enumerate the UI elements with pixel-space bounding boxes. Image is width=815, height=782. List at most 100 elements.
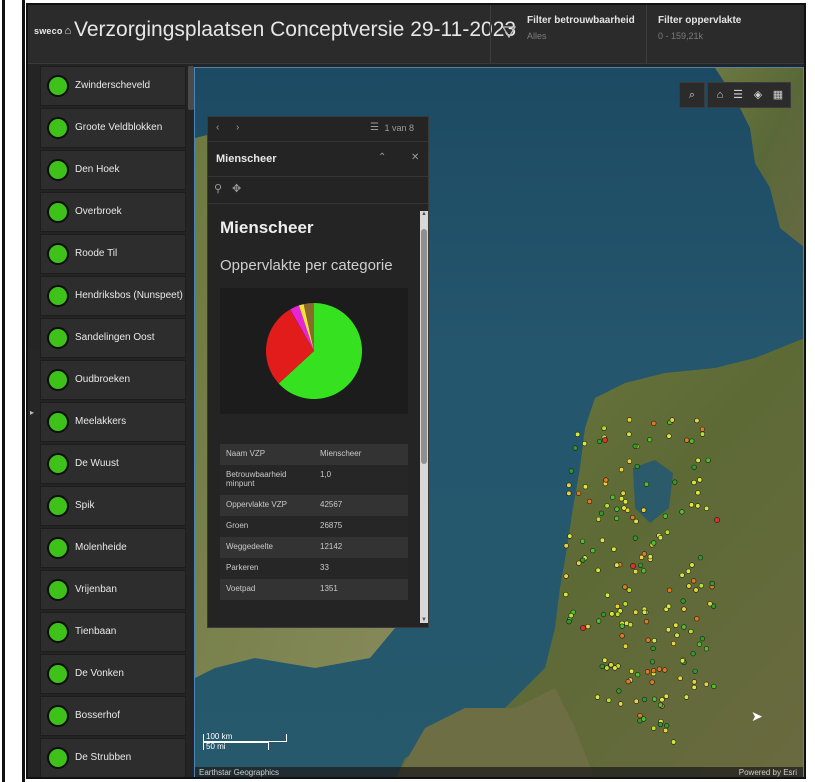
- table-row: Parkeren 33: [220, 558, 408, 579]
- table-row: Weggedeelte 12142: [220, 537, 408, 558]
- table-row: Groen 26875: [220, 516, 408, 537]
- list-item-label: Zwinderscheveld: [75, 80, 151, 91]
- status-dot-icon: [47, 495, 69, 517]
- scale-km: 100 km: [206, 732, 233, 741]
- status-dot-icon: [47, 285, 69, 307]
- list-item[interactable]: De Vonken: [40, 654, 186, 694]
- map-view[interactable]: ⌕ ⌂ ☰ ◈ ▦ ‹ › ☰ 1 van 8 Mienscheer ⌃ ✕ ⚲…: [194, 67, 804, 777]
- header-divider: [646, 5, 647, 63]
- feature-popup: ‹ › ☰ 1 van 8 Mienscheer ⌃ ✕ ⚲ ✥ Miensch…: [207, 116, 429, 628]
- prev-feature-button[interactable]: ‹: [216, 122, 219, 133]
- pan-icon[interactable]: ✥: [232, 182, 241, 195]
- pie-chart-svg: [266, 303, 362, 399]
- filter-reliability[interactable]: Filter betrouwbaarheid Alles: [502, 15, 652, 55]
- list-item[interactable]: De Strubben: [40, 738, 186, 777]
- list-item[interactable]: Oudbroeken: [40, 360, 186, 400]
- scroll-thumb[interactable]: [421, 229, 427, 464]
- field-name: Naam VZP: [226, 449, 266, 458]
- attribution-right[interactable]: Powered by Esri: [739, 768, 797, 777]
- list-item-label: Vrijenban: [75, 584, 117, 595]
- status-dot-icon: [47, 747, 69, 769]
- list-item-label: De Vonken: [75, 668, 124, 679]
- popup-title: Mienscheer: [216, 153, 277, 165]
- list-item[interactable]: Roode Til: [40, 234, 186, 274]
- list-item[interactable]: De Wuust: [40, 444, 186, 484]
- list-item[interactable]: Groote Veldblokken: [40, 108, 186, 148]
- scale-bar: 100 km 50 mi: [203, 724, 293, 754]
- status-dot-icon: [47, 75, 69, 97]
- sidebar-collapse-handle[interactable]: ▸: [28, 350, 40, 480]
- list-item-label: Molenheide: [75, 542, 127, 553]
- table-row: Oppervlakte VZP 42567: [220, 495, 408, 516]
- list-item-label: Sandelingen Oost: [75, 332, 155, 343]
- scroll-down-icon[interactable]: ▼: [421, 617, 427, 623]
- field-value: 26875: [320, 521, 343, 530]
- list-item-label: Groote Veldblokken: [75, 122, 163, 133]
- field-value: 42567: [320, 500, 343, 509]
- filter-area-title: Filter oppervlakte: [658, 15, 742, 26]
- field-name: Oppervlakte VZP: [226, 500, 287, 509]
- status-dot-icon: [47, 117, 69, 139]
- status-dot-icon: [47, 663, 69, 685]
- app-window: sweco ⌂ Verzorgingsplaatsen Conceptversie…: [26, 3, 806, 779]
- status-dot-icon: [47, 201, 69, 223]
- next-feature-button[interactable]: ›: [236, 122, 239, 133]
- list-item[interactable]: Molenheide: [40, 528, 186, 568]
- list-item[interactable]: Bosserhof: [40, 696, 186, 736]
- filter-area[interactable]: Filter oppervlakte 0 - 159,21k: [658, 15, 798, 55]
- close-icon[interactable]: ✕: [411, 152, 419, 163]
- status-dot-icon: [47, 243, 69, 265]
- list-item-label: Meelakkers: [75, 416, 127, 427]
- attribution-left[interactable]: Earthstar Geographics: [199, 768, 279, 777]
- feature-counter: 1 van 8: [384, 123, 414, 133]
- list-item-label: De Strubben: [75, 752, 132, 763]
- status-dot-icon: [47, 411, 69, 433]
- list-item[interactable]: Meelakkers: [40, 402, 186, 442]
- home-icon: ⌂: [64, 25, 72, 37]
- field-name: Groen: [226, 521, 249, 530]
- list-item[interactable]: Sandelingen Oost: [40, 318, 186, 358]
- screenshot-frame: sweco ⌂ Verzorgingsplaatsen Conceptversie…: [0, 0, 815, 782]
- status-dot-icon: [47, 705, 69, 727]
- list-item-label: Hendriksbos (Nunspeet): [75, 290, 183, 301]
- scroll-up-icon[interactable]: ▲: [421, 211, 427, 217]
- field-value: 12142: [320, 542, 343, 551]
- filter-reliability-title: Filter betrouwbaarheid: [527, 15, 635, 26]
- attribution-bar: Earthstar Geographics Powered by Esri: [195, 767, 803, 777]
- sweco-logo[interactable]: sweco ⌂: [34, 25, 71, 37]
- list-item[interactable]: Vrijenban: [40, 570, 186, 610]
- popup-scrollbar[interactable]: ▲ ▼: [420, 211, 428, 623]
- list-item[interactable]: Hendriksbos (Nunspeet): [40, 276, 186, 316]
- filter-area-value: 0 - 159,21k: [658, 31, 704, 41]
- page-title: Verzorgingsplaatsen Conceptversie 29-11-…: [74, 18, 517, 41]
- status-dot-icon: [47, 159, 69, 181]
- field-name: Voetpad: [226, 584, 256, 593]
- field-name: Betrouwbaarheid minpunt: [226, 470, 287, 488]
- list-item-label: Tienbaan: [75, 626, 117, 637]
- status-dot-icon: [47, 369, 69, 391]
- list-item[interactable]: Overbroek: [40, 192, 186, 232]
- collapse-icon[interactable]: ⌃: [378, 152, 386, 163]
- list-item-label: Spik: [75, 500, 95, 511]
- field-value: 33: [320, 563, 329, 572]
- list-item[interactable]: Tienbaan: [40, 612, 186, 652]
- popup-body: Mienscheer Oppervlakte per categorie Naa…: [208, 204, 418, 628]
- list-item-label: De Wuust: [75, 458, 119, 469]
- filter-reliability-value: Alles: [527, 31, 547, 41]
- list-item[interactable]: Spik: [40, 486, 186, 526]
- left-border-inner: [22, 0, 25, 782]
- status-dot-icon: [47, 537, 69, 559]
- zoom-to-icon[interactable]: ⚲: [214, 182, 222, 195]
- popup-nav-bar: ‹ › ☰ 1 van 8: [208, 117, 428, 142]
- app-header: sweco ⌂ Verzorgingsplaatsen Conceptversie…: [28, 5, 804, 64]
- list-item[interactable]: Den Hoek: [40, 150, 186, 190]
- field-name: Weggedeelte: [226, 542, 273, 551]
- funnel-icon: [502, 26, 516, 38]
- list-item-label: Overbroek: [75, 206, 122, 217]
- field-name: Parkeren: [226, 563, 259, 572]
- list-icon[interactable]: ☰: [370, 122, 379, 133]
- field-value: Mienscheer: [320, 449, 362, 458]
- list-item[interactable]: Zwinderscheveld: [40, 66, 186, 106]
- status-dot-icon: [47, 579, 69, 601]
- logo-text: sweco: [34, 26, 63, 36]
